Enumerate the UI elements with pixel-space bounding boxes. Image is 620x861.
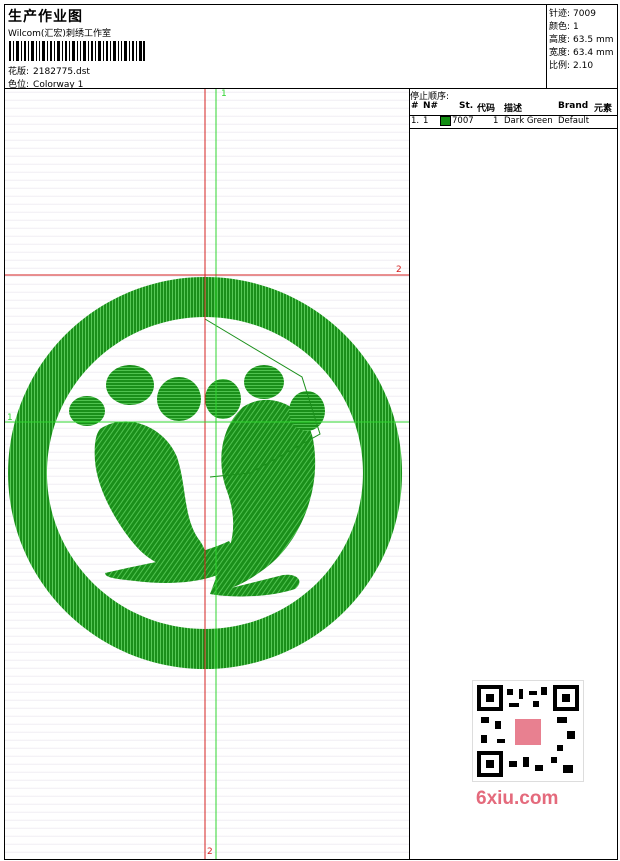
row-stitches: 7007 [452, 116, 474, 126]
row-needle: 1 [423, 116, 429, 126]
stat-height-value: 63.5 mm [573, 35, 614, 45]
design-stats: 针迹: 7009 颜色: 1 高度: 63.5 mm 宽度: 63.4 mm 比例: 2.… [547, 5, 617, 88]
stat-colors-label: 颜色: [549, 22, 571, 32]
row-code: 1 [493, 116, 499, 126]
guide-label-bottom: 2 [207, 847, 213, 857]
barcode-icon [9, 41, 145, 61]
stat-height-label: 高度: [549, 35, 571, 45]
header-info: 生产作业图 Wilcom(汇宏)刺绣工作室 花版: 2182775.dst 色位… [5, 5, 547, 90]
design-preview: 1 2 1 2 [5, 89, 409, 859]
row-index: 1. [411, 116, 420, 126]
col-element: 元素 [594, 104, 613, 114]
stat-width: 宽度: 63.4 mm [549, 45, 613, 58]
design-file-label: 花版: [8, 67, 30, 77]
foot-left [94, 421, 206, 568]
design-file-value: 2182775.dst [33, 67, 90, 77]
toe-2 [106, 365, 154, 405]
col-description: 描述 [504, 104, 523, 114]
stat-colors: 颜色: 1 [549, 19, 579, 32]
watermark-text: 6xiu.com [476, 788, 559, 809]
row-description: Dark Green [504, 116, 553, 126]
stat-stitches: 针迹: 7009 [549, 6, 596, 19]
production-worksheet: 生产作业图 Wilcom(汇宏)刺绣工作室 花版: 2182775.dst 色位… [0, 0, 620, 861]
col-index: # [411, 101, 419, 111]
row-brand: Default [558, 116, 590, 126]
toe-6 [289, 391, 325, 431]
col-needle: N# [423, 101, 439, 111]
design-file-line: 花版: 2182775.dst [8, 64, 90, 77]
col-code: 代码 [477, 104, 496, 114]
guide-label-left: 1 [7, 413, 13, 423]
stat-stitches-label: 针迹: [549, 9, 571, 19]
col-stitches: St. [459, 101, 474, 111]
page-title: 生产作业图 [8, 9, 83, 25]
qr-code-icon [472, 680, 584, 782]
stat-stitches-value: 7009 [573, 9, 596, 19]
toe-5 [244, 365, 284, 399]
guide-label-right: 2 [396, 265, 402, 275]
stat-width-value: 63.4 mm [573, 48, 614, 58]
toe-3 [157, 377, 201, 421]
guide-label-top: 1 [221, 89, 227, 99]
col-brand: Brand [558, 101, 589, 111]
stop-sequence-row: 1. 1 7007 1 Dark Green Default [410, 116, 617, 129]
stat-height: 高度: 63.5 mm [549, 32, 613, 45]
stat-colors-value: 1 [573, 22, 579, 32]
company-name: Wilcom(汇宏)刺绣工作室 [8, 29, 111, 39]
stat-scale-label: 比例: [549, 61, 571, 71]
stat-width-label: 宽度: [549, 48, 571, 58]
stat-scale-value: 2.10 [573, 61, 594, 71]
stat-scale: 比例: 2.10 [549, 58, 593, 71]
toe-4 [205, 379, 241, 419]
embroidery-design [5, 89, 409, 859]
thread-color-swatch [440, 116, 451, 126]
stop-sequence-header: # N# St. 代码 描述 Brand 元素 [410, 101, 617, 116]
